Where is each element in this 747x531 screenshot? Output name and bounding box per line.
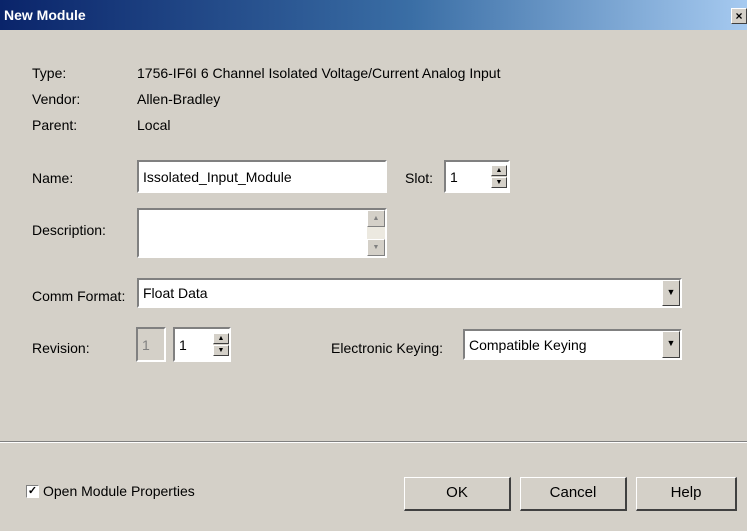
- separator-highlight: [0, 442, 747, 443]
- parent-label: Parent:: [32, 117, 78, 133]
- vendor-label: Vendor:: [32, 91, 81, 107]
- keying-label: Electronic Keying:: [331, 340, 444, 356]
- comm-format-label: Comm Format:: [32, 288, 126, 304]
- name-input[interactable]: Issolated_Input_Module: [137, 160, 387, 193]
- dropdown-arrow-icon[interactable]: ▼: [662, 331, 680, 358]
- vendor-value: Allen-Bradley: [137, 91, 221, 107]
- help-button[interactable]: Help: [636, 477, 737, 511]
- revision-label: Revision:: [32, 340, 90, 356]
- keying-value: Compatible Keying: [469, 337, 587, 353]
- description-textarea[interactable]: ▲ ▼: [137, 208, 387, 258]
- cancel-button[interactable]: Cancel: [520, 477, 627, 511]
- revision-major-input: 1: [136, 327, 166, 362]
- slot-value: 1: [450, 169, 458, 185]
- revision-spin-buttons[interactable]: ▲ ▼: [213, 333, 229, 356]
- name-input-value: Issolated_Input_Module: [143, 169, 292, 185]
- close-icon: ×: [735, 9, 743, 23]
- scroll-up-icon[interactable]: ▲: [367, 210, 385, 227]
- revision-major-value: 1: [142, 337, 150, 353]
- up-arrow-icon[interactable]: ▲: [213, 333, 229, 344]
- parent-value: Local: [137, 117, 171, 133]
- open-properties-label: Open Module Properties: [43, 483, 195, 499]
- comm-format-select[interactable]: Float Data ▼: [137, 278, 682, 308]
- close-button[interactable]: ×: [731, 8, 747, 24]
- scroll-down-icon[interactable]: ▼: [367, 239, 385, 256]
- up-arrow-icon[interactable]: ▲: [491, 165, 507, 176]
- open-properties-checkbox[interactable]: ✓: [26, 485, 39, 498]
- name-label: Name:: [32, 170, 74, 186]
- keying-select[interactable]: Compatible Keying ▼: [463, 329, 682, 360]
- revision-minor-value: 1: [179, 337, 187, 353]
- slot-label: Slot:: [405, 170, 434, 186]
- slot-spin-buttons[interactable]: ▲ ▼: [491, 165, 507, 188]
- dropdown-arrow-icon[interactable]: ▼: [662, 280, 680, 306]
- description-scrollbar[interactable]: ▲ ▼: [367, 210, 385, 256]
- down-arrow-icon[interactable]: ▼: [491, 177, 507, 188]
- down-arrow-icon[interactable]: ▼: [213, 345, 229, 356]
- window-title: New Module: [4, 7, 86, 23]
- comm-format-value: Float Data: [143, 285, 208, 301]
- description-label: Description:: [32, 222, 106, 238]
- type-label: Type:: [32, 65, 67, 81]
- title-bar: New Module ×: [0, 0, 747, 30]
- type-value: 1756-IF6I 6 Channel Isolated Voltage/Cur…: [137, 65, 501, 81]
- revision-minor-spinner[interactable]: 1 ▲ ▼: [173, 327, 231, 362]
- ok-button[interactable]: OK: [404, 477, 511, 511]
- slot-spinner[interactable]: 1 ▲ ▼: [444, 160, 510, 193]
- check-mark-icon: ✓: [27, 485, 38, 497]
